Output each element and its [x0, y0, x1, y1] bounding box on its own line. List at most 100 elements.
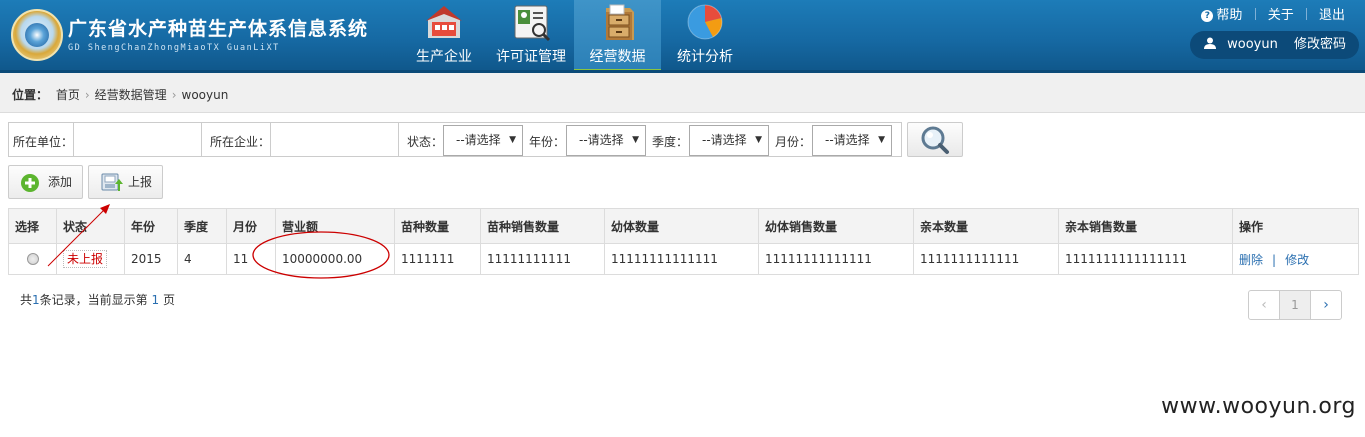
help-link[interactable]: ? 帮助 [1201, 4, 1242, 23]
status-select[interactable]: --请选择 ▼ [443, 125, 523, 156]
nav-statistics[interactable]: 统计分析 [674, 0, 736, 73]
divider [1305, 8, 1307, 20]
top-links: ? 帮助 关于 退出 [1201, 4, 1345, 23]
next-page-button[interactable]: › [1310, 290, 1342, 320]
user-icon [1204, 37, 1216, 49]
seed-sales-cell: 11111111111 [480, 243, 605, 275]
month-label: 月份： [775, 135, 812, 149]
larva-sales-cell: 11111111111111 [758, 243, 914, 275]
actions-cell: 删除 | 修改 [1232, 243, 1359, 275]
column-header: 幼体数量 [604, 208, 759, 244]
year-select[interactable]: --请选择 ▼ [566, 125, 646, 156]
system-logo [11, 9, 63, 61]
nav-label: 许可证管理 [496, 49, 566, 65]
column-header: 幼体销售数量 [758, 208, 914, 244]
record-suffix: 页 [162, 293, 175, 307]
caret-down-icon: ▼ [755, 135, 762, 145]
help-icon: ? [1201, 10, 1214, 22]
add-icon [21, 174, 39, 192]
chevron-right-icon: › [171, 88, 177, 102]
about-link[interactable]: 关于 [1268, 4, 1294, 23]
caret-down-icon: ▼ [878, 135, 885, 145]
row-select-radio[interactable] [27, 253, 39, 265]
pie-chart-icon [687, 4, 723, 40]
table-row: 未上报 2015 4 11 10000000.00 1111111 111111… [8, 243, 1359, 275]
year-cell: 2015 [124, 243, 178, 275]
nav-production-companies[interactable]: 生产企业 [413, 0, 475, 73]
column-header: 季度 [177, 208, 227, 244]
column-header: 亲本销售数量 [1058, 208, 1233, 244]
quarter-label: 季度： [652, 135, 689, 149]
nav-business-data[interactable]: 经营数据 [574, 0, 661, 73]
edit-link[interactable]: 修改 [1285, 253, 1309, 267]
unit-label: 所在单位： [13, 135, 74, 149]
year-label: 年份： [529, 135, 566, 149]
record-mid: 条记录，当前显示第 [39, 293, 148, 307]
caret-down-icon: ▼ [632, 135, 639, 145]
username: wooyun [1227, 37, 1278, 52]
business-data-table: 选择 状态 年份 季度 月份 营业额 苗种数量 苗种销售数量 幼体数量 幼体销售… [8, 208, 1359, 275]
change-password-link[interactable]: 修改密码 [1294, 37, 1346, 52]
column-header: 状态 [56, 208, 125, 244]
filter-bar: 所在单位： 所在企业： 状态： --请选择 ▼ 年份： --请选择 ▼ 季度： --… [8, 122, 902, 157]
select-cell [8, 243, 57, 275]
breadcrumb-prefix: 位置： [12, 88, 49, 102]
company-input[interactable] [270, 123, 399, 156]
divider [1254, 8, 1256, 20]
column-header: 苗种数量 [394, 208, 481, 244]
page-number-button[interactable]: 1 [1279, 290, 1311, 320]
month-select[interactable]: --请选择 ▼ [812, 125, 892, 156]
pagination: ‹ 1 › [1248, 290, 1342, 320]
column-header: 选择 [8, 208, 57, 244]
column-header: 营业额 [275, 208, 395, 244]
breadcrumb-bar: 位置： 首页 › 经营数据管理 › wooyun [0, 73, 1365, 113]
month-cell: 11 [226, 243, 276, 275]
column-header: 月份 [226, 208, 276, 244]
report-button[interactable]: 上报 [88, 165, 163, 199]
breadcrumb-home[interactable]: 首页 [56, 88, 80, 102]
column-header: 苗种销售数量 [480, 208, 605, 244]
revenue-cell: 10000000.00 [275, 243, 395, 275]
system-subtitle: GD ShengChanZhongMiaoTX GuanLiXT [68, 43, 280, 53]
caret-down-icon: ▼ [509, 135, 516, 145]
current-page: 1 [151, 293, 160, 307]
add-button[interactable]: 添加 [8, 165, 83, 199]
system-title: 广东省水产种苗生产体系信息系统 [68, 18, 369, 40]
nav-license-management[interactable]: 许可证管理 [494, 0, 568, 73]
table-header-row: 选择 状态 年份 季度 月份 营业额 苗种数量 苗种销售数量 幼体数量 幼体销售… [8, 208, 1359, 244]
parent-sales-cell: 1111111111111111 [1058, 243, 1233, 275]
add-button-label: 添加 [48, 175, 73, 189]
column-header: 亲本数量 [913, 208, 1059, 244]
search-icon [921, 126, 949, 154]
cabinet-icon [605, 4, 634, 40]
upload-icon [101, 173, 123, 191]
nav-label: 统计分析 [677, 49, 733, 65]
report-button-label: 上报 [128, 175, 153, 189]
unit-input[interactable] [73, 123, 202, 156]
action-separator: | [1272, 252, 1277, 267]
larva-qty-cell: 11111111111111 [604, 243, 759, 275]
column-header: 年份 [124, 208, 178, 244]
quarter-select[interactable]: --请选择 ▼ [689, 125, 769, 156]
logout-link[interactable]: 退出 [1319, 4, 1345, 23]
nav-label: 经营数据 [589, 49, 646, 65]
month-select-value: --请选择 [825, 133, 870, 147]
quarter-cell: 4 [177, 243, 227, 275]
parent-qty-cell: 1111111111111 [913, 243, 1059, 275]
year-select-value: --请选择 [579, 133, 624, 147]
status-cell: 未上报 [56, 243, 125, 275]
status-badge: 未上报 [63, 250, 108, 268]
prev-page-button[interactable]: ‹ [1248, 290, 1280, 320]
license-icon [514, 5, 551, 42]
quarter-select-value: --请选择 [702, 133, 747, 147]
record-count: 1 [32, 293, 40, 307]
breadcrumb: 位置： 首页 › 经营数据管理 › wooyun [12, 86, 228, 103]
chevron-right-icon: › [84, 88, 90, 102]
search-button[interactable] [907, 122, 963, 157]
delete-link[interactable]: 删除 [1239, 253, 1263, 267]
app-header: 广东省水产种苗生产体系信息系统 GD ShengChanZhongMiaoTX … [0, 0, 1365, 73]
status-select-value: --请选择 [456, 133, 501, 147]
company-label: 所在企业： [210, 135, 271, 149]
record-prefix: 共 [20, 293, 33, 307]
breadcrumb-business-data[interactable]: 经营数据管理 [95, 88, 167, 102]
